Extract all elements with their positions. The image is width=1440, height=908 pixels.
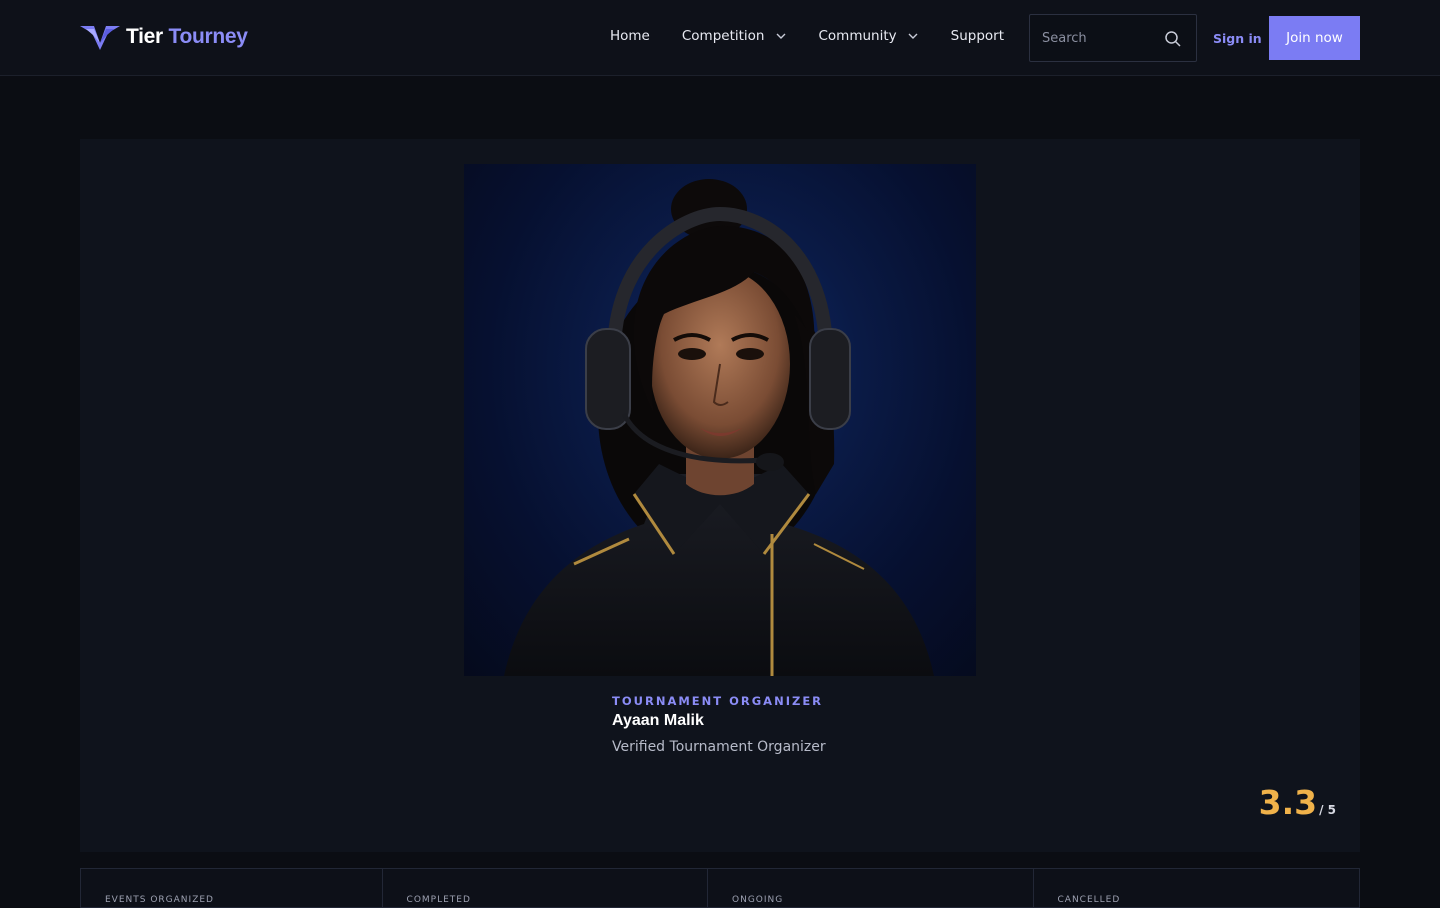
nav-item-label: Competition bbox=[681, 28, 765, 44]
stat-label: ONGOING bbox=[732, 895, 784, 905]
chevron-down-icon bbox=[776, 33, 785, 39]
join-now-button[interactable]: Join now bbox=[1269, 16, 1360, 60]
stat-ongoing: ONGOING bbox=[708, 869, 1034, 907]
organizer-stats: EVENTS ORGANIZED COMPLETED ONGOING CANCE… bbox=[80, 868, 1360, 908]
stat-completed: COMPLETED bbox=[383, 869, 709, 907]
nav-item-community[interactable]: Community bbox=[819, 28, 919, 44]
organizer-portrait-illustration bbox=[504, 179, 934, 676]
nav-item-label: Home bbox=[610, 28, 650, 44]
nav-item-competition[interactable]: Competition bbox=[682, 28, 787, 44]
sign-in-link[interactable]: Sign in bbox=[1213, 31, 1262, 46]
stat-label: EVENTS ORGANIZED bbox=[105, 895, 214, 905]
profile-subtitle: Verified Tournament Organizer bbox=[612, 739, 826, 755]
search-icon[interactable] bbox=[1164, 30, 1182, 48]
chevron-down-icon bbox=[908, 33, 918, 39]
nav-item-label: Community bbox=[818, 28, 897, 44]
stat-label: COMPLETED bbox=[406, 895, 471, 905]
site-header: Tier Tourney Home Competition Community … bbox=[0, 0, 1440, 76]
brand-name: Tier Tourney bbox=[126, 25, 248, 49]
rating-score: 3.3 / 5 bbox=[1259, 783, 1336, 822]
nav-item-label: Support bbox=[950, 28, 1005, 44]
profile-name: Ayaan Malik bbox=[612, 712, 704, 729]
profile-role: TOURNAMENT ORGANIZER bbox=[612, 694, 824, 708]
brand-logo-icon bbox=[80, 26, 120, 50]
nav-item-support[interactable]: Support bbox=[951, 28, 1004, 44]
rating-max: / 5 bbox=[1319, 803, 1336, 817]
organizer-photo bbox=[464, 164, 976, 676]
stat-events-organized: EVENTS ORGANIZED bbox=[81, 869, 383, 907]
brand-word-2: Tourney bbox=[168, 25, 248, 48]
nav-item-home[interactable]: Home bbox=[610, 28, 650, 44]
search-input[interactable] bbox=[1042, 30, 1162, 46]
rating-value: 3.3 bbox=[1258, 783, 1318, 822]
main-nav: Home Competition Community Support bbox=[610, 28, 1004, 44]
brand-word-1: Tier bbox=[126, 25, 163, 48]
stat-cancelled: CANCELLED bbox=[1034, 869, 1359, 907]
organizer-profile-card: TOURNAMENT ORGANIZER Ayaan Malik Verifie… bbox=[80, 139, 1360, 852]
brand-logo[interactable]: Tier Tourney bbox=[80, 22, 248, 52]
search-box[interactable] bbox=[1029, 14, 1197, 62]
stat-label: CANCELLED bbox=[1057, 895, 1121, 905]
